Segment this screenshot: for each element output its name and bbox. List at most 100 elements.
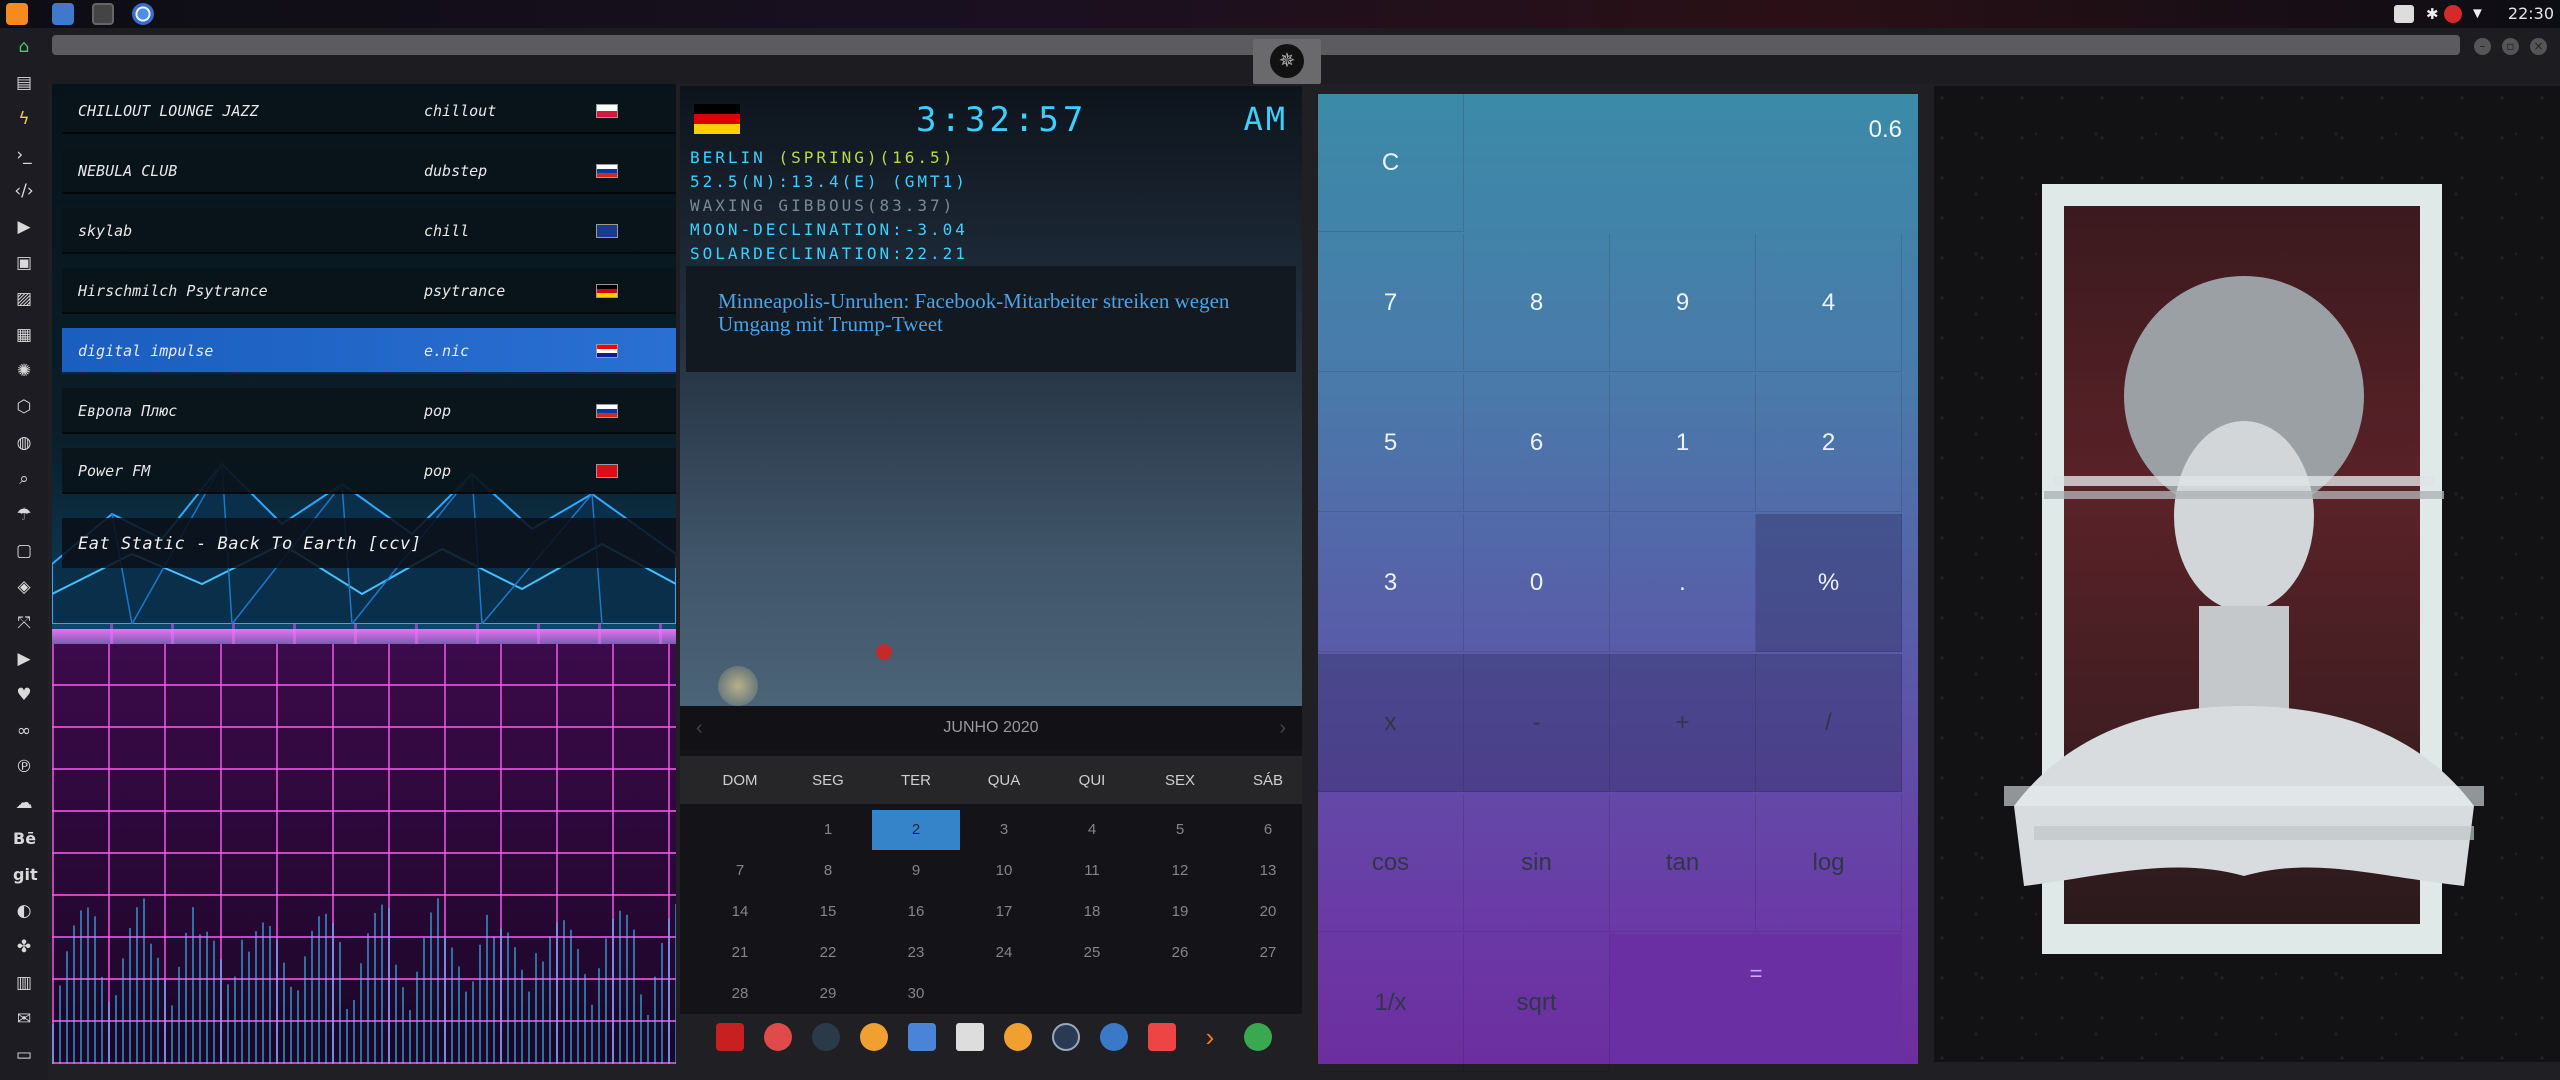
map-icon[interactable]: ▥: [13, 972, 35, 994]
clock-icon[interactable]: [1052, 1023, 1080, 1051]
calendar-day[interactable]: 14: [696, 892, 784, 932]
8-button[interactable]: 8: [1464, 234, 1610, 372]
log-button[interactable]: log: [1756, 794, 1902, 932]
calendar-day[interactable]: 1: [784, 810, 872, 850]
aperture-icon[interactable]: ✺: [13, 360, 35, 382]
newspaper-icon[interactable]: ▦: [13, 324, 35, 346]
globe-dark-icon[interactable]: [812, 1023, 840, 1051]
calendar-day[interactable]: 10: [960, 851, 1048, 891]
git-icon[interactable]: git: [13, 864, 38, 886]
sqrt-button[interactable]: sqrt: [1464, 934, 1610, 1072]
chat-icon[interactable]: ▭: [13, 1044, 35, 1066]
percent-button[interactable]: %: [1756, 514, 1902, 652]
settings-icon[interactable]: [2444, 5, 2462, 23]
2-button[interactable]: 2: [1756, 374, 1902, 512]
divide-button[interactable]: /: [1756, 654, 1902, 792]
close-button[interactable]: ×: [2530, 38, 2547, 55]
calendar-day[interactable]: 7: [696, 851, 784, 891]
7-button[interactable]: 7: [1318, 234, 1464, 372]
sin-button[interactable]: sin: [1464, 794, 1610, 932]
document-icon[interactable]: ▤: [13, 72, 35, 94]
decimal-button[interactable]: .: [1610, 514, 1756, 652]
mail-icon[interactable]: ✉: [13, 1008, 35, 1030]
clipboard-icon[interactable]: ▣: [13, 252, 35, 274]
yandex-icon[interactable]: [1244, 1023, 1272, 1051]
heart-icon[interactable]: ♥: [13, 684, 35, 706]
cloud-icon[interactable]: ☁: [13, 792, 35, 814]
calendar-day[interactable]: 9: [872, 851, 960, 891]
photos-icon[interactable]: [860, 1023, 888, 1051]
app-icon[interactable]: [716, 1023, 744, 1051]
image-icon[interactable]: ▨: [13, 288, 35, 310]
calendar-day[interactable]: 27: [1224, 933, 1312, 973]
station-row[interactable]: NEBULA CLUB dubstep: [62, 148, 676, 194]
calendar-day[interactable]: 11: [1048, 851, 1136, 891]
calendar-day[interactable]: 30: [872, 974, 960, 1014]
minimize-button[interactable]: –: [2474, 38, 2491, 55]
calendar-day[interactable]: 15: [784, 892, 872, 932]
news-headline[interactable]: Minneapolis-Unruhen: Facebook-Mitarbeite…: [718, 290, 1278, 336]
hexagon-icon[interactable]: ⬡: [13, 396, 35, 418]
prev-month-icon[interactable]: ‹: [696, 706, 703, 750]
panel-clock[interactable]: 22:30: [2508, 4, 2554, 23]
add-button[interactable]: +: [1610, 654, 1756, 792]
screenshot-icon[interactable]: [2394, 5, 2414, 23]
bolt-icon[interactable]: ϟ: [13, 108, 35, 130]
tan-button[interactable]: tan: [1610, 794, 1756, 932]
play-icon[interactable]: ▶: [13, 216, 35, 238]
subtract-button[interactable]: -: [1464, 654, 1610, 792]
calendar-day[interactable]: 19: [1136, 892, 1224, 932]
calendar-day[interactable]: 28: [696, 974, 784, 1014]
sublime-icon[interactable]: [6, 3, 28, 25]
station-row[interactable]: skylab chill: [62, 208, 676, 254]
next-month-icon[interactable]: ›: [1279, 706, 1286, 750]
hourglass-icon[interactable]: [764, 1023, 792, 1051]
umbrella-icon[interactable]: ☂: [13, 504, 35, 526]
terminal-icon[interactable]: ›_: [13, 144, 35, 166]
maximize-button[interactable]: ▫: [2502, 38, 2519, 55]
calendar-day[interactable]: 25: [1048, 933, 1136, 973]
tag-icon[interactable]: ◈: [13, 576, 35, 598]
code-icon[interactable]: ‹/›: [13, 180, 35, 202]
calendar-day[interactable]: 3: [960, 810, 1048, 850]
clear-button[interactable]: C: [1318, 94, 1464, 232]
files-icon[interactable]: [52, 3, 74, 25]
calendar-day[interactable]: 13: [1224, 851, 1312, 891]
calendar-day[interactable]: 29: [784, 974, 872, 1014]
calendar-day[interactable]: 12: [1136, 851, 1224, 891]
calendar-day[interactable]: 18: [1048, 892, 1136, 932]
calendar-day[interactable]: 26: [1136, 933, 1224, 973]
station-row[interactable]: Европа Плюс pop: [62, 388, 676, 434]
station-row-active[interactable]: digital impulse e.nic: [62, 328, 676, 374]
home-icon[interactable]: ⌂: [13, 36, 35, 58]
3-button[interactable]: 3: [1318, 514, 1464, 652]
calendar-day[interactable]: 17: [960, 892, 1048, 932]
search-icon[interactable]: ⌕: [13, 468, 35, 490]
calendar-day[interactable]: 20: [1224, 892, 1312, 932]
calendar-day[interactable]: 8: [784, 851, 872, 891]
puzzle-icon[interactable]: ✤: [13, 936, 35, 958]
bluetooth-icon[interactable]: ✱: [2426, 5, 2439, 23]
9-button[interactable]: 9: [1610, 234, 1756, 372]
news-ticker[interactable]: Minneapolis-Unruhen: Facebook-Mitarbeite…: [686, 266, 1296, 372]
pinterest-icon[interactable]: ℗: [13, 756, 35, 778]
reciprocal-button[interactable]: 1/x: [1318, 934, 1464, 1072]
calendar-day[interactable]: 24: [960, 933, 1048, 973]
search-circle-icon[interactable]: [1004, 1023, 1032, 1051]
title-bar[interactable]: ✵ – ▫ ×: [48, 28, 2560, 84]
calendar-day[interactable]: 4: [1048, 810, 1136, 850]
0-button[interactable]: 0: [1464, 514, 1610, 652]
calendar-app-icon[interactable]: [956, 1023, 984, 1051]
calendar-day[interactable]: 5: [1136, 810, 1224, 850]
wifi-icon[interactable]: ▼: [2470, 5, 2488, 23]
station-row[interactable]: CHILLOUT LOUNGE JAZZ chillout: [62, 88, 676, 134]
station-row[interactable]: Hirschmilch Psytrance psytrance: [62, 268, 676, 314]
calendar-icon[interactable]: [1148, 1023, 1176, 1051]
4-button[interactable]: 4: [1756, 234, 1902, 372]
calendar-day[interactable]: 22: [784, 933, 872, 973]
arrow-icon[interactable]: ›: [1196, 1023, 1224, 1051]
link-icon[interactable]: ∞: [13, 720, 35, 742]
chromium-icon[interactable]: [132, 3, 154, 25]
6-button[interactable]: 6: [1464, 374, 1610, 512]
equals-button[interactable]: =: [1610, 934, 1902, 1064]
